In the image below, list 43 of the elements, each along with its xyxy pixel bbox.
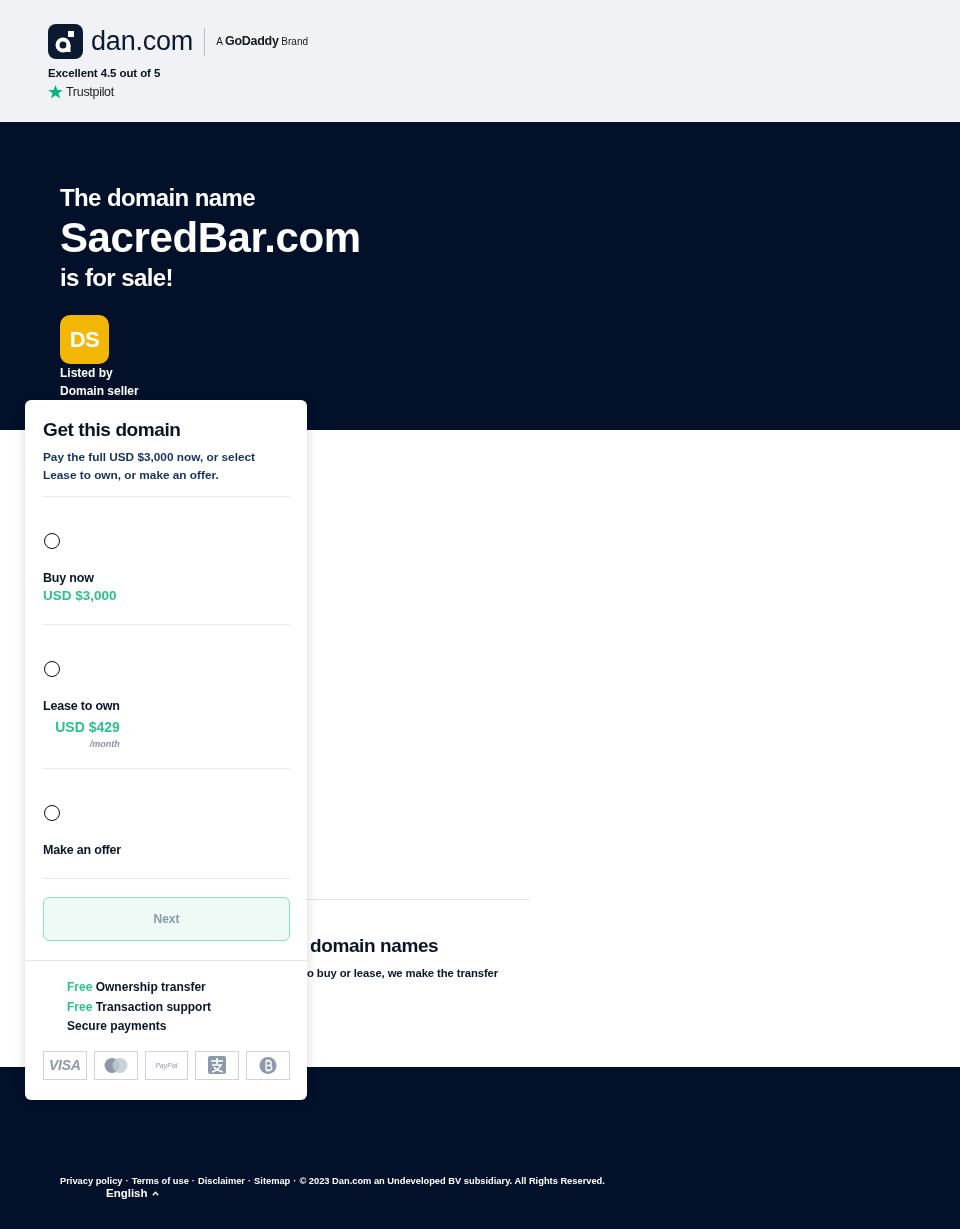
feature-item: Free Ownership transfer (67, 979, 206, 996)
copyright-text: © 2023 Dan.com an Undeveloped BV subsidiary. All Rights Reserved. (299, 1174, 605, 1187)
option-label: Lease to own (43, 698, 120, 715)
billing-period: /month (89, 739, 120, 749)
footer-link[interactable]: Disclaimer (197, 1174, 245, 1187)
character-tile-icon (195, 1050, 239, 1080)
star-icon (48, 84, 63, 99)
hero-title-line: is for sale! (60, 263, 174, 293)
footer-link[interactable]: Privacy policy (60, 1174, 123, 1187)
overlapping-circles-icon (93, 1050, 138, 1080)
card-title: Get this domain (43, 418, 182, 442)
price-text: USD $3,000 (43, 587, 117, 605)
option-label: Buy now (43, 570, 94, 587)
footer-link[interactable]: Terms of use (131, 1174, 189, 1187)
seller-caption: Listed by (60, 365, 113, 382)
logo-icon (48, 24, 83, 59)
purchase-option[interactable]: Make an offer (43, 769, 290, 879)
footer-link[interactable]: Sitemap (254, 1174, 291, 1187)
link-separator: · (125, 1174, 129, 1187)
domain-name-title: SacredBar.com (60, 213, 362, 263)
option-label: Make an offer (43, 842, 121, 859)
language-selector[interactable]: English (106, 1186, 159, 1200)
brand-note: A GoDaddy Brand (216, 34, 308, 49)
feature-item: Secure payments (67, 1018, 167, 1035)
logo-link[interactable]: dan.com (48, 24, 194, 59)
price-text: USD $429 (55, 718, 120, 737)
review-site-link[interactable]: Trustpilot (48, 84, 114, 99)
coin-icon (246, 1050, 290, 1080)
link-separator: · (191, 1174, 195, 1187)
hero-title-line: The domain name (60, 183, 257, 213)
card-intro: Pay the full USD $3,000 now, or select Lease to own, or make an offer. (43, 448, 290, 497)
feature-item: Free Transaction support (67, 998, 212, 1016)
purchase-option[interactable]: Buy now USD $3,000 (43, 497, 290, 625)
seller-avatar: DS (60, 315, 109, 364)
caret-icon (151, 1190, 159, 1196)
link-separator: · (248, 1174, 252, 1187)
link-separator: · (293, 1174, 297, 1187)
section-text: o buy or lease, we make the transfer (307, 966, 500, 981)
seller-caption: Domain seller (60, 383, 139, 400)
purchase-option[interactable]: Lease to own USD $429 /month (43, 625, 290, 769)
section-heading: domain names (309, 934, 440, 958)
visa-logo: VISA (43, 1050, 87, 1080)
rating-text: Excellent 4.5 out of 5 (48, 66, 162, 80)
